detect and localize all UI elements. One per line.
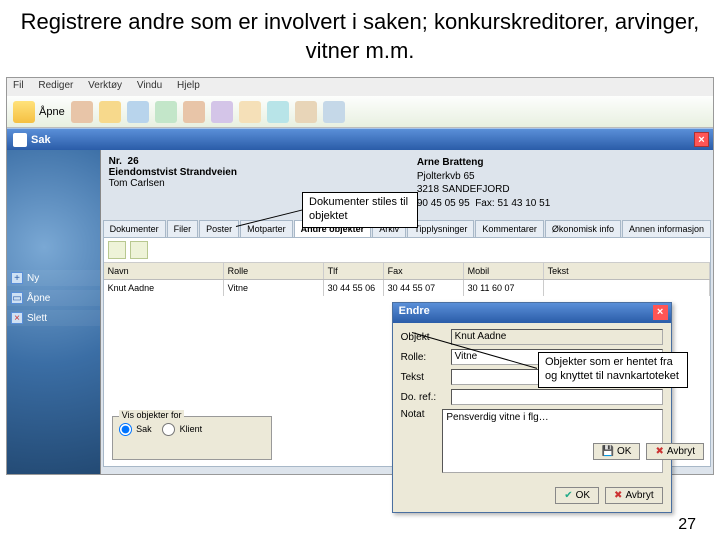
panel-cancel-button[interactable]: ✖Avbryt xyxy=(646,443,704,460)
cell-tekst xyxy=(544,280,710,296)
party-phone2-label: Fax: xyxy=(475,198,494,209)
tab-okonomisk[interactable]: Økonomisk info xyxy=(545,220,621,237)
party-name: Arne Bratteng xyxy=(417,156,705,170)
open-button[interactable]: Åpne xyxy=(13,101,65,123)
cell-fax: 30 44 55 07 xyxy=(384,280,464,296)
vis-legend: Vis objekter for xyxy=(119,410,185,420)
tab-tool-icon-1[interactable] xyxy=(108,241,126,259)
menu-fil[interactable]: Fil xyxy=(13,80,24,91)
menu-rediger[interactable]: Rediger xyxy=(38,80,73,91)
window-title: Sak xyxy=(31,134,51,146)
open-label: Åpne xyxy=(39,106,65,118)
toolbar-icon-8[interactable] xyxy=(267,101,289,123)
check-icon: ✔ xyxy=(564,490,572,501)
cell-tlf: 30 44 55 06 xyxy=(324,280,384,296)
dialog-titlebar: Endre × xyxy=(393,303,671,323)
col-mobil[interactable]: Mobil xyxy=(464,263,544,279)
side-delete[interactable]: ×Slett xyxy=(7,310,101,326)
radio-klient[interactable]: Klient xyxy=(162,424,202,434)
field-objekt: Knut Aadne xyxy=(451,329,663,345)
tab-kommentarer[interactable]: Kommentarer xyxy=(475,220,544,237)
callout-objects: Objekter som er hentet fra og knyttet ti… xyxy=(538,352,688,388)
cancel-button[interactable]: ✖Avbryt xyxy=(605,487,663,504)
tab-toolbar xyxy=(104,238,710,263)
col-rolle[interactable]: Rolle xyxy=(224,263,324,279)
toolbar-icon-4[interactable] xyxy=(155,101,177,123)
party-phone1: 90 45 05 95 xyxy=(417,198,470,209)
cell-rolle: Vitne xyxy=(224,280,324,296)
panel-ok-button[interactable]: 💾OK xyxy=(593,443,641,460)
side-panel: +Ny ▭Åpne ×Slett xyxy=(7,150,101,474)
cell-navn: Knut Aadne xyxy=(104,280,224,296)
col-fax[interactable]: Fax xyxy=(384,263,464,279)
field-notat[interactable]: Pensverdig vitne i flg… xyxy=(442,409,662,473)
dialog-close-icon[interactable]: × xyxy=(653,305,668,320)
tab-filer[interactable]: Filer xyxy=(167,220,199,237)
menu-verktoy[interactable]: Verktøy xyxy=(88,80,122,91)
toolbar-icon-3[interactable] xyxy=(127,101,149,123)
tab-tool-icon-2[interactable] xyxy=(130,241,148,259)
side-new[interactable]: +Ny xyxy=(7,270,101,286)
x-icon: ✖ xyxy=(614,490,622,501)
folder-open-icon xyxy=(13,101,35,123)
disk-icon: 💾 xyxy=(602,446,614,457)
party-addr2: 3218 SANDEFJORD xyxy=(417,183,705,197)
case-nr-label: Nr. xyxy=(109,156,122,167)
tab-poster[interactable]: Poster xyxy=(199,220,239,237)
case-owner: Tom Carlsen xyxy=(109,178,397,189)
side-open[interactable]: ▭Åpne xyxy=(7,290,101,306)
page-number: 27 xyxy=(678,516,696,534)
toolbar-icon-5[interactable] xyxy=(183,101,205,123)
delete-icon: × xyxy=(11,312,23,324)
app-window: Fil Rediger Verktøy Vindu Hjelp Åpne Sak… xyxy=(6,77,714,475)
party-addr1: Pjolterkvb 65 xyxy=(417,170,705,184)
toolbar-icon-7[interactable] xyxy=(239,101,261,123)
radio-sak[interactable]: Sak xyxy=(119,424,152,434)
grid-header: Navn Rolle Tlf Fax Mobil Tekst xyxy=(104,263,710,280)
close-icon[interactable]: × xyxy=(694,132,709,147)
ok-button[interactable]: ✔OK xyxy=(555,487,599,504)
toolbar-icon-1[interactable] xyxy=(71,101,93,123)
col-navn[interactable]: Navn xyxy=(104,263,224,279)
lbl-notat: Notat xyxy=(401,409,443,420)
toolbar: Åpne xyxy=(7,96,713,128)
col-tekst[interactable]: Tekst xyxy=(544,263,710,279)
plus-icon: + xyxy=(11,272,23,284)
case-title: Eiendomstvist Strandveien xyxy=(109,167,397,178)
tab-annen[interactable]: Annen informasjon xyxy=(622,220,711,237)
table-row[interactable]: Knut Aadne Vitne 30 44 55 06 30 44 55 07… xyxy=(104,280,710,296)
party-phone2: 51 43 10 51 xyxy=(497,198,550,209)
lbl-tekst: Tekst xyxy=(401,372,451,383)
slide-title: Registrere andre som er involvert i sake… xyxy=(0,0,720,77)
toolbar-icon-10[interactable] xyxy=(323,101,345,123)
open-icon: ▭ xyxy=(11,292,23,304)
tab-dokumenter[interactable]: Dokumenter xyxy=(103,220,166,237)
toolbar-icon-2[interactable] xyxy=(99,101,121,123)
toolbar-icon-9[interactable] xyxy=(295,101,317,123)
col-tlf[interactable]: Tlf xyxy=(324,263,384,279)
field-doref[interactable] xyxy=(451,389,663,405)
x-icon: ✖ xyxy=(655,446,663,457)
lbl-doref: Do. ref.: xyxy=(401,392,451,403)
window-icon xyxy=(13,133,27,147)
dialog-title: Endre xyxy=(399,305,430,317)
toolbar-icon-6[interactable] xyxy=(211,101,233,123)
menu-hjelp[interactable]: Hjelp xyxy=(177,80,200,91)
vis-objekter-group: Vis objekter for Sak Klient xyxy=(112,416,272,460)
sak-window-titlebar: Sak × xyxy=(7,128,713,150)
menu-vindu[interactable]: Vindu xyxy=(137,80,162,91)
callout-documents: Dokumenter stiles til objektet xyxy=(302,192,418,228)
case-nr: 26 xyxy=(128,156,139,167)
edit-dialog: Endre × ObjektKnut Aadne Rolle:Vitne Tek… xyxy=(392,302,672,513)
menu-bar: Fil Rediger Verktøy Vindu Hjelp xyxy=(7,78,713,96)
lbl-rolle: Rolle: xyxy=(401,352,451,363)
cell-mobil: 30 11 60 07 xyxy=(464,280,544,296)
